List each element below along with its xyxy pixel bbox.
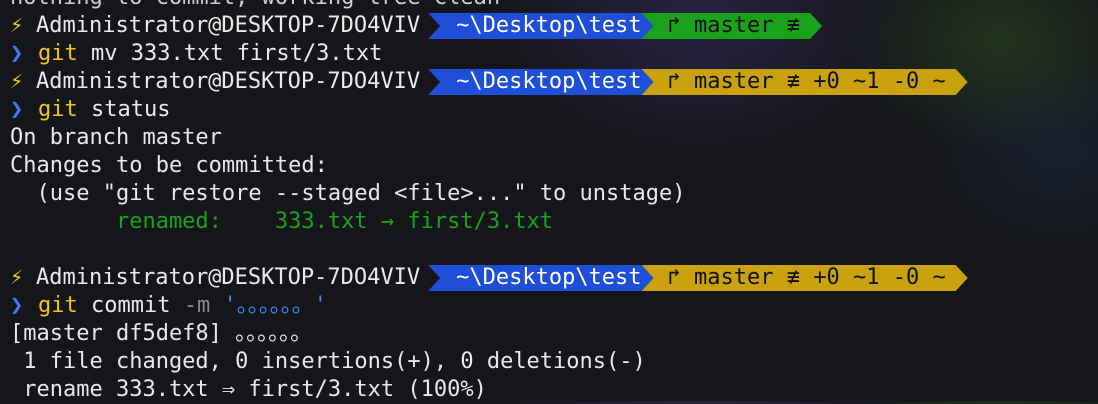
output-line: 1 file changed, 0 insertions(+), 0 delet…	[10, 349, 646, 374]
command-line: ❯ git status	[10, 96, 1098, 124]
output-line: [master df5def8] 。。。。。。	[10, 321, 313, 346]
output-line: rename 333.txt ⇒ first/3.txt (100%)	[10, 377, 487, 402]
git-status-segment: ↱ master ≢ +0 ~1 -0 ~	[642, 69, 968, 95]
git-status-segment: ↱ master ≢	[642, 13, 822, 39]
prompt-user: Administrator@DESKTOP-7DO4VIV	[36, 69, 421, 94]
output-line: (use "git restore --staged <file>..." to…	[10, 181, 686, 206]
command-line: ❯ git mv 333.txt first/3.txt	[10, 40, 1098, 68]
chevron-icon: ❯	[10, 97, 24, 122]
output-line: On branch master	[10, 125, 222, 150]
bolt-icon: ⚡	[10, 69, 24, 94]
command-name: git	[38, 293, 78, 318]
prompt-user: Administrator@DESKTOP-7DO4VIV	[36, 265, 421, 290]
command-name: git	[38, 41, 78, 66]
command-line: ❯ git commit -m '。。。。。。'	[10, 292, 1098, 320]
prompt-line: ⚡ Administrator@DESKTOP-7DO4VIV ~\Deskto…	[10, 12, 1098, 40]
prompt-line: ⚡ Administrator@DESKTOP-7DO4VIV ~\Deskto…	[10, 264, 1098, 292]
command-args: mv 333.txt first/3.txt	[77, 41, 383, 66]
output-line: Changes to be committed:	[10, 153, 328, 178]
command-args: status	[77, 97, 171, 122]
terminal[interactable]: nothing to commit, working tree clean ⚡ …	[10, 0, 1098, 404]
prompt-path: ~\Desktop\test	[428, 69, 653, 95]
renamed-label: renamed:	[10, 209, 275, 234]
command-flag: -m	[183, 293, 211, 318]
prompt-line: ⚡ Administrator@DESKTOP-7DO4VIV ~\Deskto…	[10, 68, 1098, 96]
chevron-icon: ❯	[10, 293, 24, 318]
prompt-user: Administrator@DESKTOP-7DO4VIV	[36, 13, 421, 38]
renamed-line: renamed: 333.txt → first/3.txt	[10, 208, 1098, 236]
git-status-segment: ↱ master ≢ +0 ~1 -0 ~	[642, 265, 968, 291]
commit-message: '。。。。。。'	[210, 293, 327, 318]
command-args: commit	[77, 293, 184, 318]
prompt-path: ~\Desktop\test	[428, 13, 653, 39]
command-name: git	[38, 97, 78, 122]
bolt-icon: ⚡	[10, 13, 24, 38]
output-line: nothing to commit, working tree clean	[10, 0, 1098, 12]
prompt-path: ~\Desktop\test	[428, 265, 653, 291]
renamed-value: 333.txt → first/3.txt	[274, 209, 554, 234]
chevron-icon: ❯	[10, 41, 24, 66]
bolt-icon: ⚡	[10, 265, 24, 290]
